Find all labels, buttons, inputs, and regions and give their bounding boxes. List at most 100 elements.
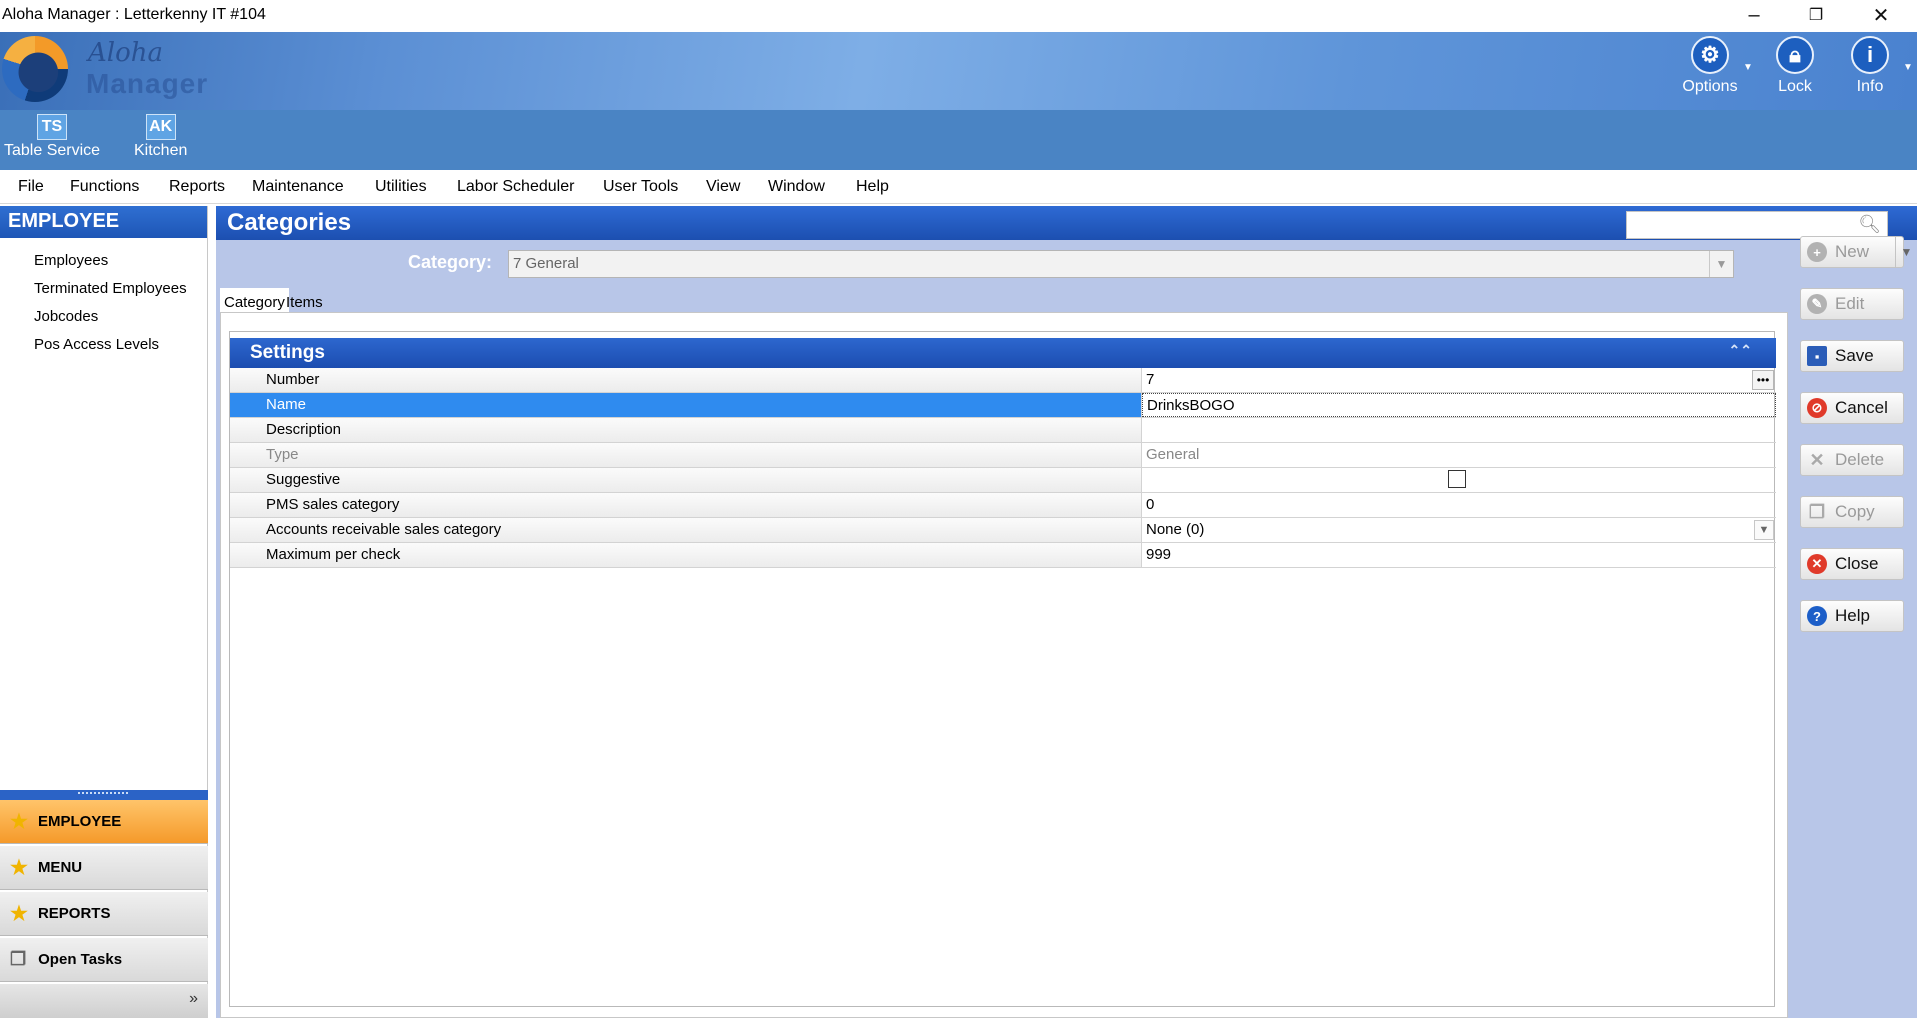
collapse-icon[interactable]: ⌃⌃ — [1729, 342, 1752, 359]
restore-button[interactable]: ❐ — [1785, 0, 1847, 30]
close-window-button[interactable]: ✕ — [1850, 0, 1912, 30]
kitchen-button[interactable]: AK Kitchen — [134, 114, 187, 160]
cancel-label: Cancel — [1835, 398, 1888, 417]
panel-splitter[interactable] — [0, 790, 208, 800]
chevron-down-icon[interactable]: ▼ — [1709, 251, 1733, 277]
delete-button[interactable]: ✕ Delete — [1800, 444, 1904, 476]
menu-view[interactable]: View — [706, 178, 740, 196]
ts-badge-icon: TS — [37, 114, 68, 140]
copy-button[interactable]: ❐ Copy — [1800, 496, 1904, 528]
pms-sales-category-field[interactable]: 0 — [1142, 493, 1776, 517]
property-value: 7 — [1146, 371, 1155, 388]
chevron-down-icon[interactable]: ▼ — [1754, 520, 1774, 540]
sidebar-item-terminated-employees[interactable]: Terminated Employees — [34, 280, 187, 297]
quick-launch-bar: TS Table Service AK Kitchen — [0, 110, 1917, 170]
tasks-icon: ❐ — [10, 949, 27, 969]
star-icon: ★ — [10, 811, 28, 833]
property-row-description[interactable]: Description — [230, 418, 1776, 443]
star-icon: ★ — [10, 857, 28, 879]
info-label: Info — [1856, 78, 1884, 95]
info-button[interactable]: i Info — [1834, 36, 1906, 106]
delete-icon: ✕ — [1809, 449, 1825, 470]
search-icon[interactable]: 🔍︎ — [1858, 214, 1881, 235]
nav-open-tasks-button[interactable]: ❐ Open Tasks — [0, 938, 208, 982]
options-label: Options — [1682, 78, 1738, 95]
description-field[interactable] — [1142, 418, 1776, 442]
menu-reports[interactable]: Reports — [169, 178, 225, 196]
settings-heading: Settings ⌃⌃ — [230, 338, 1776, 368]
minimize-button[interactable]: – — [1723, 0, 1785, 30]
property-row-number[interactable]: Number 7 ••• — [230, 368, 1776, 393]
table-service-button[interactable]: TS Table Service — [4, 114, 100, 160]
property-row-name[interactable]: Name DrinksBOGO — [230, 393, 1776, 418]
maximum-per-check-field[interactable]: 999 — [1142, 543, 1776, 567]
cancel-button[interactable]: ⊘ Cancel — [1800, 392, 1904, 424]
search-input[interactable]: 🔍︎ — [1626, 211, 1888, 239]
category-label: Category: — [408, 252, 493, 272]
sidebar-item-jobcodes[interactable]: Jobcodes — [34, 308, 98, 325]
menu-labor-scheduler[interactable]: Labor Scheduler — [457, 178, 574, 196]
nav-open-tasks-label: Open Tasks — [38, 951, 123, 968]
nav-employee-button[interactable]: ★ EMPLOYEE — [0, 800, 208, 844]
nav-reports-button[interactable]: ★ REPORTS — [0, 892, 208, 936]
property-key: Type — [230, 443, 1142, 467]
property-key: Accounts receivable sales category — [230, 518, 1142, 542]
new-button[interactable]: + New ▼ — [1800, 236, 1912, 268]
info-icon: i — [1851, 36, 1889, 74]
logo-word: Manager — [86, 68, 209, 99]
left-navigation-panel: EMPLOYEE Employees Terminated Employees … — [0, 206, 208, 1018]
settings-grid: Settings ⌃⌃ Number 7 ••• Name DrinksBOGO… — [230, 338, 1776, 568]
help-button[interactable]: ? Help — [1800, 600, 1904, 632]
new-dropdown-icon[interactable]: ▼ — [1895, 237, 1917, 267]
type-value: General — [1146, 446, 1200, 463]
sidebar-item-pos-access-levels[interactable]: Pos Access Levels — [34, 336, 159, 353]
property-grid: Number 7 ••• Name DrinksBOGO Description… — [230, 368, 1776, 568]
aloha-logo-icon — [2, 36, 68, 102]
property-row-maximum-per-check[interactable]: Maximum per check 999 — [230, 543, 1776, 568]
menu-maintenance[interactable]: Maintenance — [252, 178, 344, 196]
close-icon: ✕ — [1807, 554, 1827, 574]
settings-panel: Settings ⌃⌃ Number 7 ••• Name DrinksBOGO… — [229, 331, 1776, 1007]
menu-utilities[interactable]: Utilities — [375, 178, 427, 196]
property-key: PMS sales category — [230, 493, 1142, 517]
options-button[interactable]: ⚙ Options — [1674, 36, 1746, 106]
main-content: Categories 🔍︎ Category: 7 General ▼ Cate… — [216, 206, 1917, 1018]
edit-button[interactable]: ✎ Edit — [1800, 288, 1904, 320]
property-key: Suggestive — [230, 468, 1142, 492]
menu-functions[interactable]: Functions — [70, 178, 139, 196]
property-row-pms-sales-category[interactable]: PMS sales category 0 — [230, 493, 1776, 518]
lock-label: Lock — [1778, 78, 1812, 95]
delete-label: Delete — [1835, 450, 1885, 469]
save-button[interactable]: ▪ Save — [1800, 340, 1904, 372]
expand-chevron-icon[interactable]: » — [189, 990, 198, 1008]
menu-user-tools[interactable]: User Tools — [603, 178, 678, 196]
options-dropdown-icon[interactable]: ▼ — [1743, 62, 1753, 73]
menu-bar: File Functions Reports Maintenance Utili… — [0, 170, 1917, 204]
tab-content: Settings ⌃⌃ Number 7 ••• Name DrinksBOGO… — [220, 312, 1788, 1018]
property-value: DrinksBOGO — [1147, 397, 1235, 414]
suggestive-checkbox[interactable] — [1448, 470, 1466, 488]
info-dropdown-icon[interactable]: ▼ — [1903, 62, 1913, 73]
app-header: Aloha Manager ⚙ Options ▼ 🔒︎ Lock i Info… — [0, 32, 1917, 110]
ellipsis-button[interactable]: ••• — [1752, 370, 1774, 390]
table-service-label: Table Service — [4, 142, 101, 159]
close-button[interactable]: ✕ Close — [1800, 548, 1904, 580]
sidebar-footer: » — [0, 984, 208, 1018]
sidebar-item-employees[interactable]: Employees — [34, 252, 108, 269]
menu-file[interactable]: File — [18, 178, 44, 196]
suggestive-field[interactable] — [1142, 468, 1776, 492]
lock-button[interactable]: 🔒︎ Lock — [1759, 36, 1831, 106]
edit-icon: ✎ — [1807, 294, 1827, 314]
gear-icon: ⚙ — [1691, 36, 1729, 74]
menu-help[interactable]: Help — [856, 178, 889, 196]
ar-sales-category-select[interactable]: None (0) ▼ — [1142, 518, 1776, 542]
nav-reports-label: REPORTS — [37, 905, 111, 922]
category-select[interactable]: 7 General ▼ — [508, 250, 1734, 278]
menu-window[interactable]: Window — [768, 178, 825, 196]
number-field[interactable]: 7 ••• — [1142, 368, 1776, 392]
property-row-ar-sales-category[interactable]: Accounts receivable sales category None … — [230, 518, 1776, 543]
nav-menu-button[interactable]: ★ MENU — [0, 846, 208, 890]
kitchen-label: Kitchen — [134, 142, 188, 159]
property-row-suggestive[interactable]: Suggestive — [230, 468, 1776, 493]
name-field[interactable]: DrinksBOGO — [1142, 393, 1776, 417]
